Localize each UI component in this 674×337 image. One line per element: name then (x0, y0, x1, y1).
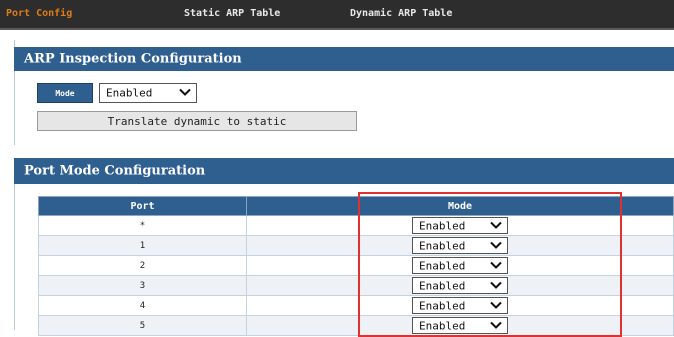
mode-cell: Enabled (246, 315, 674, 336)
port-cell: * (38, 215, 247, 236)
port-mode-table: Port Mode * Enabled 1 Enabled 2 Enabled 3 Enabl… (38, 196, 674, 336)
port-cell: 1 (38, 235, 247, 256)
mode-select[interactable]: Enabled (99, 83, 197, 103)
port-cell: 4 (38, 295, 247, 316)
mode-cell: Enabled (246, 215, 674, 236)
arp-inspection-title: ARP Inspection Configuration (24, 51, 242, 67)
port-mode-select[interactable]: Enabled (412, 277, 508, 294)
table-row: 3 Enabled (38, 275, 674, 296)
chevron-down-icon (490, 219, 502, 232)
table-row: 4 Enabled (38, 295, 674, 316)
mode-select-value: Enabled (106, 86, 153, 100)
port-mode-title: Port Mode Configuration (24, 163, 206, 179)
table-row: * Enabled (38, 215, 674, 236)
port-mode-select[interactable]: Enabled (412, 237, 508, 254)
tab-dynamic-arp-table[interactable]: Dynamic ARP Table (350, 8, 452, 19)
mode-label: Mode (37, 83, 93, 103)
port-mode-value: Enabled (419, 219, 466, 232)
arp-inspection-header: ARP Inspection Configuration (14, 47, 674, 71)
table-row: 1 Enabled (38, 235, 674, 256)
mode-cell: Enabled (246, 255, 674, 276)
port-mode-select[interactable]: Enabled (412, 217, 508, 234)
chevron-down-icon (490, 319, 502, 332)
translate-dynamic-to-static-button[interactable]: Translate dynamic to static (37, 111, 357, 131)
port-mode-value: Enabled (419, 259, 466, 272)
chevron-down-icon (490, 299, 502, 312)
top-nav: Port Config Static ARP Table Dynamic ARP… (0, 0, 674, 30)
port-mode-header: Port Mode Configuration (14, 158, 674, 184)
port-mode-select[interactable]: Enabled (412, 317, 508, 334)
mode-cell: Enabled (246, 235, 674, 256)
column-header-mode: Mode (246, 196, 674, 216)
mode-cell: Enabled (246, 295, 674, 316)
port-mode-value: Enabled (419, 239, 466, 252)
tab-static-arp-table[interactable]: Static ARP Table (184, 8, 280, 19)
port-mode-value: Enabled (419, 319, 466, 332)
port-cell: 5 (38, 315, 247, 336)
table-header-row: Port Mode (38, 196, 674, 216)
port-mode-select[interactable]: Enabled (412, 257, 508, 274)
column-header-port: Port (38, 196, 247, 216)
port-cell: 3 (38, 275, 247, 296)
port-cell: 2 (38, 255, 247, 276)
port-mode-value: Enabled (419, 279, 466, 292)
table-row: 5 Enabled (38, 315, 674, 336)
chevron-down-icon (490, 239, 502, 252)
table-row: 2 Enabled (38, 255, 674, 276)
port-mode-select[interactable]: Enabled (412, 297, 508, 314)
mode-cell: Enabled (246, 275, 674, 296)
mode-row: Mode Enabled (37, 82, 197, 104)
chevron-down-icon (490, 259, 502, 272)
chevron-down-icon (179, 87, 191, 100)
chevron-down-icon (490, 279, 502, 292)
tab-port-config[interactable]: Port Config (6, 8, 72, 19)
port-mode-value: Enabled (419, 299, 466, 312)
